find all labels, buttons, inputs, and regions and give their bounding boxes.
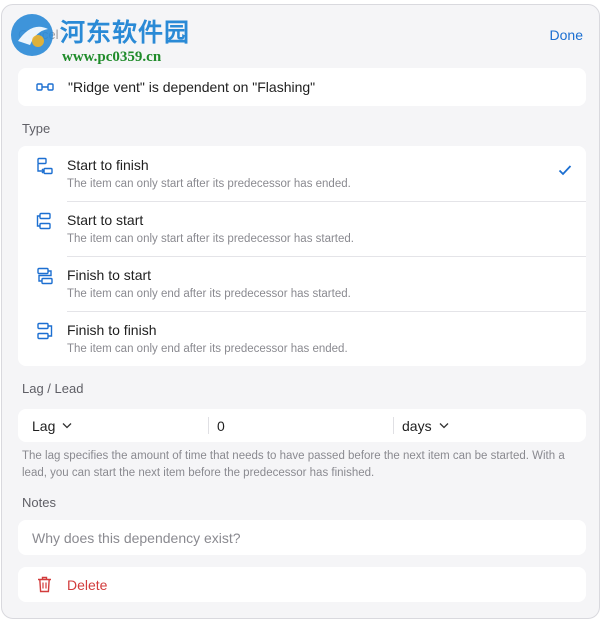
type-option-title: Finish to start [67, 267, 152, 283]
type-option-title: Finish to finish [67, 322, 157, 338]
watermark-site-name: 河东软件园 [60, 18, 191, 47]
dependency-summary: "Ridge vent" is dependent on "Flashing" [68, 79, 316, 95]
type-option-title: Start to start [67, 212, 144, 228]
watermark-url: www.pc0359.cn [62, 49, 162, 65]
delete-button[interactable]: Delete [18, 567, 586, 602]
type-option-finish-to-start[interactable]: Finish to start The item can only end af… [18, 256, 586, 311]
lag-lead-card: Lag 0 days [18, 409, 586, 442]
type-option-start-to-finish[interactable]: Start to finish The item can only start … [18, 146, 586, 201]
lag-mode-value: Lag [32, 417, 56, 434]
trash-icon [38, 576, 51, 593]
lag-mode-select[interactable]: Lag [32, 409, 72, 442]
dependency-summary-card: "Ridge vent" is dependent on "Flashing" [18, 68, 586, 106]
chevron-down-icon [439, 423, 449, 429]
type-section-label: Type [22, 121, 51, 136]
chevron-down-icon [62, 423, 72, 429]
notes-card [18, 520, 586, 555]
lag-unit-value: days [402, 417, 432, 434]
divider [208, 417, 209, 434]
finish-to-finish-icon [37, 322, 53, 340]
link-icon [36, 83, 54, 91]
done-button[interactable]: Done [550, 27, 583, 43]
lag-amount-input[interactable]: 0 [217, 409, 225, 442]
finish-to-start-icon [37, 267, 53, 285]
type-option-start-to-start[interactable]: Start to start The item can only start a… [18, 201, 586, 256]
notes-input[interactable] [18, 520, 586, 555]
lag-section-label: Lag / Lead [22, 381, 84, 396]
divider [393, 417, 394, 434]
type-option-description: The item can only start after its predec… [67, 178, 351, 190]
notes-section-label: Notes [22, 495, 56, 510]
type-option-finish-to-finish[interactable]: Finish to finish The item can only end a… [18, 311, 586, 366]
type-option-description: The item can only start after its predec… [67, 233, 354, 245]
lag-amount-value: 0 [217, 417, 225, 434]
type-option-description: The item can only end after its predeces… [67, 343, 348, 355]
type-option-description: The item can only end after its predeces… [67, 288, 351, 300]
watermark-logo [11, 14, 53, 56]
lag-help-text: The lag specifies the amount of time tha… [22, 450, 565, 479]
checkmark-icon [558, 165, 572, 176]
start-to-finish-icon [37, 157, 53, 175]
start-to-start-icon [36, 212, 51, 230]
lag-unit-select[interactable]: days [402, 409, 449, 442]
type-options-card: Start to finish The item can only start … [18, 146, 586, 366]
type-option-title: Start to finish [67, 157, 149, 173]
delete-label: Delete [67, 577, 108, 593]
dependency-sheet: Cancel Done 河东软件园 www.pc0359.cn "Ridge v… [1, 4, 600, 619]
